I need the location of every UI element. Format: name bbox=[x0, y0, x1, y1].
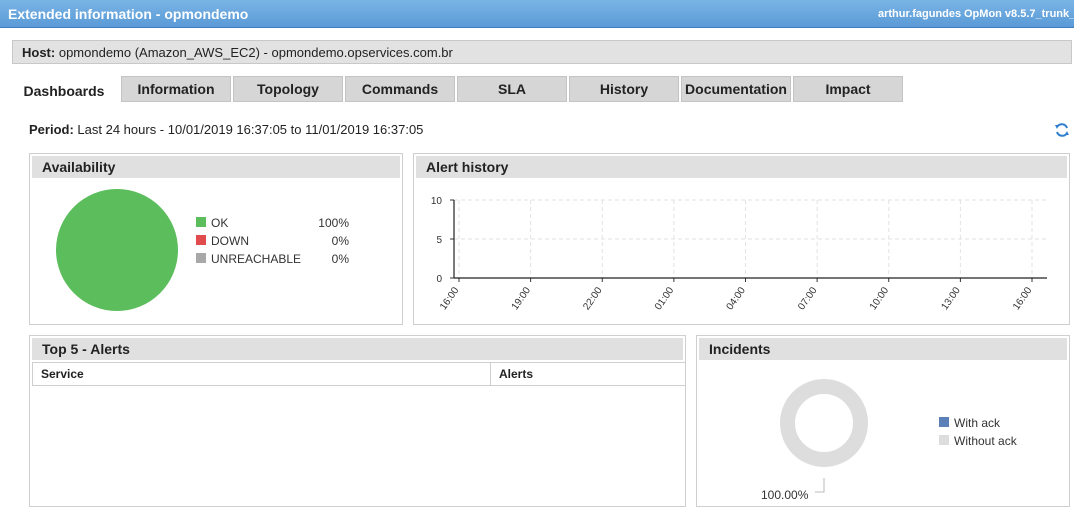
incidents-slice-label: 100.00% bbox=[761, 488, 809, 502]
current-user[interactable]: arthur.fagundes bbox=[878, 8, 961, 20]
x-tick-label: 01:00 bbox=[653, 285, 677, 312]
legend-down-value: 0% bbox=[331, 234, 349, 248]
tab-information[interactable]: Information bbox=[121, 76, 231, 102]
legend-ok-value: 100% bbox=[318, 216, 349, 230]
legend-with-ack: With ack bbox=[939, 416, 1059, 430]
period-value: Last 24 hours - 10/01/2019 16:37:05 to 1… bbox=[77, 122, 424, 137]
tab-documentation[interactable]: Documentation bbox=[681, 76, 791, 102]
alert-history-panel: Alert history 0 5 10 16:00 19:00 22:00 01:00 04… bbox=[413, 153, 1070, 325]
legend-unreachable-label: UNREACHABLE bbox=[211, 252, 302, 266]
legend-with-ack-label: With ack bbox=[954, 416, 1001, 430]
legend-without-ack-swatch bbox=[939, 435, 949, 445]
x-tick-label: 07:00 bbox=[796, 285, 820, 312]
tab-commands[interactable]: Commands bbox=[345, 76, 455, 102]
x-tick-label: 19:00 bbox=[510, 285, 534, 312]
incidents-donut-chart bbox=[780, 379, 868, 493]
column-alerts[interactable]: Alerts bbox=[490, 362, 686, 386]
alert-history-title: Alert history bbox=[416, 156, 1067, 178]
top5-alerts-panel: Top 5 - Alerts Service Alerts bbox=[29, 335, 686, 507]
legend-ok: OK 100% bbox=[196, 216, 356, 230]
period-info: Period: Last 24 hours - 10/01/2019 16:37… bbox=[29, 122, 423, 137]
pie-slice-ok[interactable] bbox=[56, 189, 178, 311]
host-value: opmondemo (Amazon_AWS_EC2) - opmondemo.o… bbox=[58, 45, 453, 60]
donut-slice-without-ack[interactable] bbox=[780, 379, 868, 467]
x-tick-label: 16:00 bbox=[438, 285, 462, 312]
y-tick-label: 10 bbox=[431, 196, 443, 207]
x-tick-label: 22:00 bbox=[581, 285, 605, 312]
x-tick-label: 13:00 bbox=[939, 285, 963, 312]
legend-with-ack-swatch bbox=[939, 417, 949, 427]
column-service[interactable]: Service bbox=[32, 362, 491, 386]
tab-dashboards[interactable]: Dashboards bbox=[14, 76, 114, 102]
legend-down: DOWN 0% bbox=[196, 234, 356, 248]
top5-alerts-table: Service Alerts bbox=[32, 362, 686, 386]
table-header-row: Service Alerts bbox=[32, 362, 686, 386]
y-tick-label: 0 bbox=[436, 274, 442, 285]
legend-ok-swatch bbox=[196, 217, 206, 227]
availability-title: Availability bbox=[32, 156, 400, 178]
x-tick-label: 10:00 bbox=[868, 285, 892, 312]
refresh-icon[interactable] bbox=[1054, 122, 1070, 138]
alert-history-chart: 0 5 10 16:00 19:00 22:00 01:00 04:00 07:00 10:00 1… bbox=[431, 196, 1047, 312]
legend-unreachable-swatch bbox=[196, 253, 206, 263]
host-info: Host: opmondemo (Amazon_AWS_EC2) - opmon… bbox=[22, 45, 453, 60]
incidents-label-leader bbox=[815, 478, 825, 493]
tab-sla[interactable]: SLA bbox=[457, 76, 567, 102]
host-bar: Host: opmondemo (Amazon_AWS_EC2) - opmon… bbox=[12, 40, 1072, 64]
legend-without-ack-label: Without ack bbox=[954, 434, 1017, 448]
host-label: Host: bbox=[22, 45, 56, 60]
top5-alerts-title: Top 5 - Alerts bbox=[32, 338, 683, 360]
app-version: OpMon v8.5.7_trunk_2 bbox=[964, 8, 1074, 20]
x-tick-label: 16:00 bbox=[1011, 285, 1035, 312]
period-label: Period: bbox=[29, 122, 74, 137]
window-title-bar: Extended information - opmondemo arthur.… bbox=[0, 0, 1074, 28]
x-tick-label: 04:00 bbox=[725, 285, 749, 312]
legend-ok-label: OK bbox=[211, 216, 229, 230]
incidents-panel: Incidents 100.00% With ack Without ack bbox=[696, 335, 1070, 507]
tab-impact[interactable]: Impact bbox=[793, 76, 903, 102]
availability-panel: Availability OK 100% DOWN 0% UNREACHABLE… bbox=[29, 153, 403, 325]
tab-topology[interactable]: Topology bbox=[233, 76, 343, 102]
tab-history[interactable]: History bbox=[569, 76, 679, 102]
incidents-title: Incidents bbox=[699, 338, 1067, 360]
legend-unreachable-value: 0% bbox=[331, 252, 349, 266]
availability-pie-chart bbox=[56, 189, 178, 311]
window-title: Extended information - opmondemo bbox=[8, 6, 249, 22]
y-tick-label: 5 bbox=[436, 235, 442, 246]
legend-without-ack: Without ack bbox=[939, 434, 1059, 448]
legend-unreachable: UNREACHABLE 0% bbox=[196, 252, 356, 266]
legend-down-label: DOWN bbox=[211, 234, 249, 248]
legend-down-swatch bbox=[196, 235, 206, 245]
